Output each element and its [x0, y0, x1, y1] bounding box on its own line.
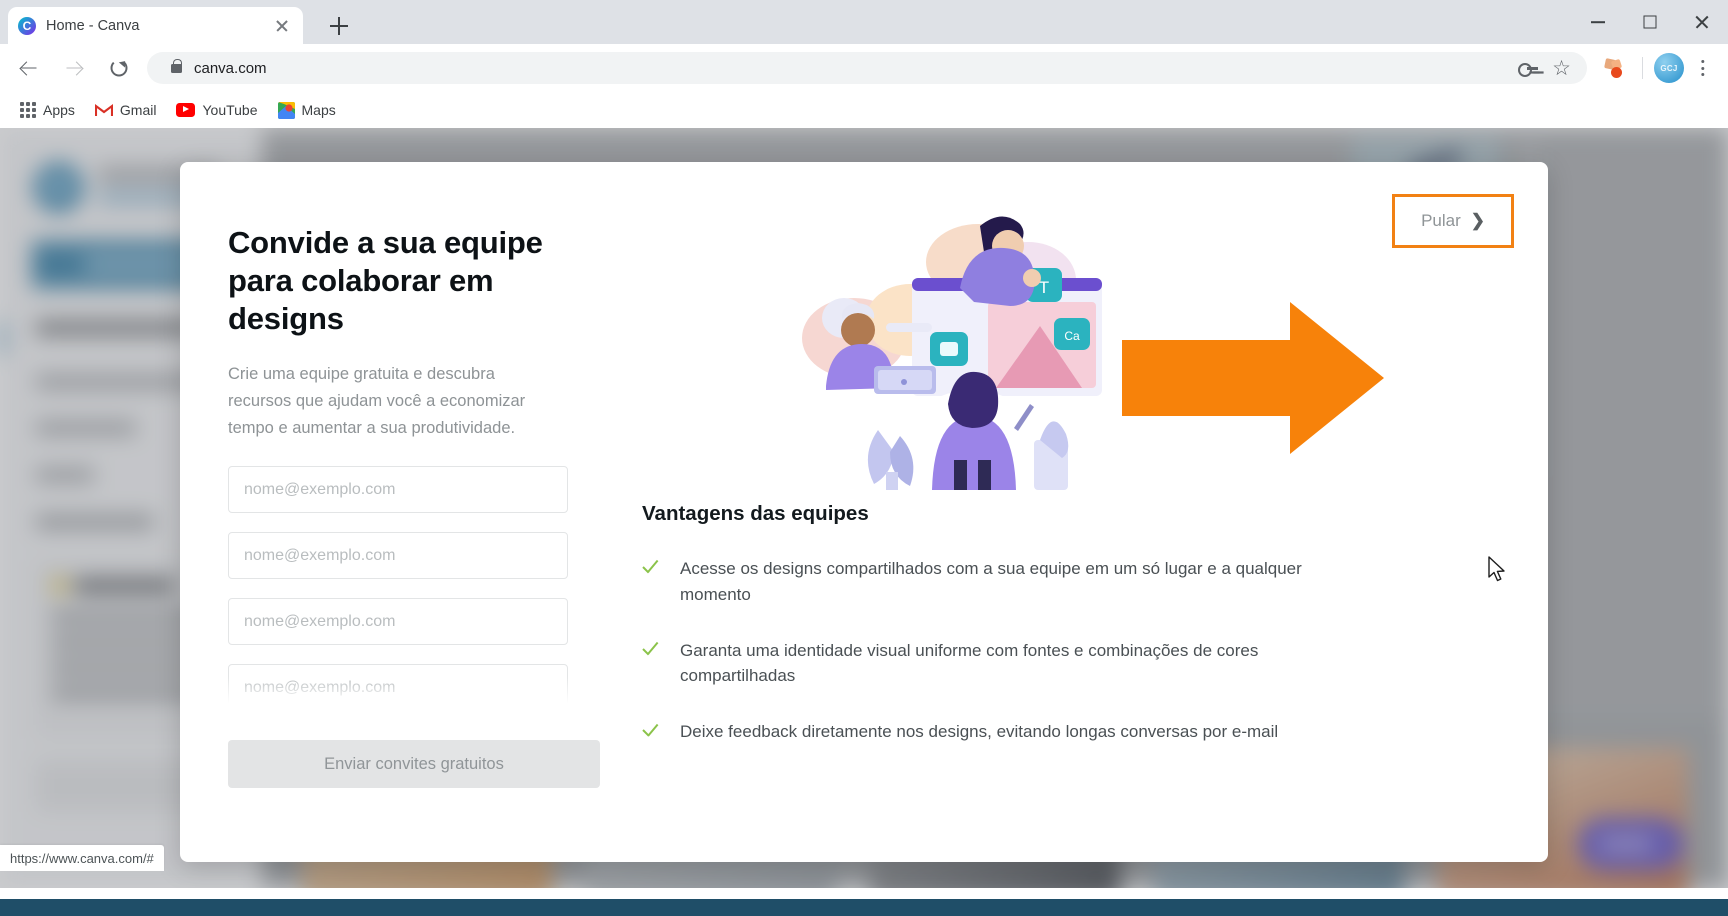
benefits-title: Vantagens das equipes	[642, 502, 869, 525]
email-input-3[interactable]	[228, 598, 568, 646]
benefits-section: Vantagens das equipes Acesse os designs …	[642, 502, 1342, 745]
email-input-2[interactable]	[228, 532, 568, 580]
canva-favicon: C	[18, 16, 36, 35]
bookmark-maps[interactable]: Maps	[270, 98, 344, 123]
send-invites-button[interactable]: Enviar convites gratuitos	[228, 740, 600, 789]
chrome-menu-icon[interactable]	[1688, 51, 1718, 85]
benefit-text: Garanta uma identidade visual uniforme c…	[680, 640, 1259, 686]
back-arrow-icon[interactable]	[9, 48, 49, 88]
minimize-icon[interactable]	[1572, 0, 1624, 44]
bookmark-label: Apps	[43, 102, 75, 118]
bookmark-label: Maps	[301, 102, 336, 118]
modal-description: Crie uma equipe gratuita e descubra recu…	[228, 365, 526, 438]
bookmark-apps[interactable]: Apps	[12, 98, 83, 122]
key-icon[interactable]	[1518, 58, 1539, 78]
bookmark-label: YouTube	[202, 102, 258, 118]
reload-icon[interactable]	[99, 48, 139, 88]
apps-grid-icon	[20, 102, 36, 118]
check-icon	[642, 558, 662, 578]
page-title: Convide a sua equipe para colaborar em d…	[228, 225, 543, 336]
forward-arrow-icon[interactable]	[54, 48, 94, 88]
close-tab-icon[interactable]	[271, 15, 293, 37]
lock-icon	[171, 58, 182, 73]
extension-icon[interactable]	[1597, 51, 1631, 85]
email-input-4[interactable]	[228, 664, 568, 712]
browser-window: C Home - Canva canva.com ☆ GCJ Apps Gmai…	[0, 0, 1728, 916]
annotation-arrow-icon	[1122, 302, 1422, 454]
email-inputs-list	[228, 466, 580, 712]
browser-tab[interactable]: C Home - Canva	[8, 7, 303, 44]
skip-button-highlight: Pular ❯	[1392, 194, 1514, 248]
skip-button-label: Pular	[1421, 211, 1461, 230]
chevron-right-icon: ❯	[1470, 211, 1485, 230]
invite-team-modal: Convide a sua equipe para colaborar em d…	[180, 162, 1548, 862]
check-icon	[642, 721, 662, 741]
status-bar: https://www.canva.com/#	[0, 845, 164, 871]
team-collaboration-illustration: Ca T	[782, 190, 1112, 490]
window-controls	[1572, 0, 1728, 44]
gmail-icon	[94, 103, 113, 117]
address-bar[interactable]: canva.com ☆	[147, 52, 1587, 84]
os-taskbar	[0, 899, 1728, 916]
bookmark-label: Gmail	[119, 102, 157, 118]
address-bar-url: canva.com	[194, 59, 267, 77]
close-window-icon[interactable]	[1676, 0, 1728, 44]
status-bar-url: https://www.canva.com/#	[10, 850, 154, 866]
benefit-item: Deixe feedback diretamente nos designs, …	[642, 719, 1342, 745]
modal-right-column: Pular ❯ Ca T Vantagens das equipes Acess…	[642, 162, 1548, 862]
maximize-icon[interactable]	[1624, 0, 1676, 44]
check-icon	[642, 640, 662, 660]
avatar[interactable]: GCJ	[1654, 53, 1684, 83]
benefit-item: Garanta uma identidade visual uniforme c…	[642, 638, 1342, 690]
page-content: Convide a sua equipe para colaborar em d…	[0, 128, 1728, 888]
skip-button[interactable]: Pular ❯	[1392, 194, 1514, 248]
modal-left-column: Convide a sua equipe para colaborar em d…	[180, 162, 642, 862]
bookmark-youtube[interactable]: YouTube	[168, 98, 265, 122]
benefit-text: Deixe feedback diretamente nos designs, …	[680, 722, 1279, 742]
benefit-item: Acesse os designs compartilhados com a s…	[642, 556, 1342, 608]
star-icon[interactable]: ☆	[1552, 58, 1571, 79]
email-input-1[interactable]	[228, 466, 568, 514]
maps-icon	[277, 101, 295, 119]
mouse-cursor	[1488, 556, 1506, 582]
benefit-text: Acesse os designs compartilhados com a s…	[680, 559, 1302, 604]
youtube-icon	[176, 103, 196, 117]
bookmark-gmail[interactable]: Gmail	[87, 98, 165, 122]
toolbar-divider	[1642, 57, 1643, 79]
browser-title-bar: C Home - Canva	[0, 0, 1728, 44]
browser-toolbar: canva.com ☆ GCJ	[0, 44, 1728, 92]
bookmarks-bar: Apps Gmail YouTube Maps	[0, 92, 1728, 128]
new-tab-button[interactable]	[325, 12, 353, 40]
svg-text:Ca: Ca	[1064, 329, 1080, 343]
tab-title: Home - Canva	[46, 17, 140, 34]
